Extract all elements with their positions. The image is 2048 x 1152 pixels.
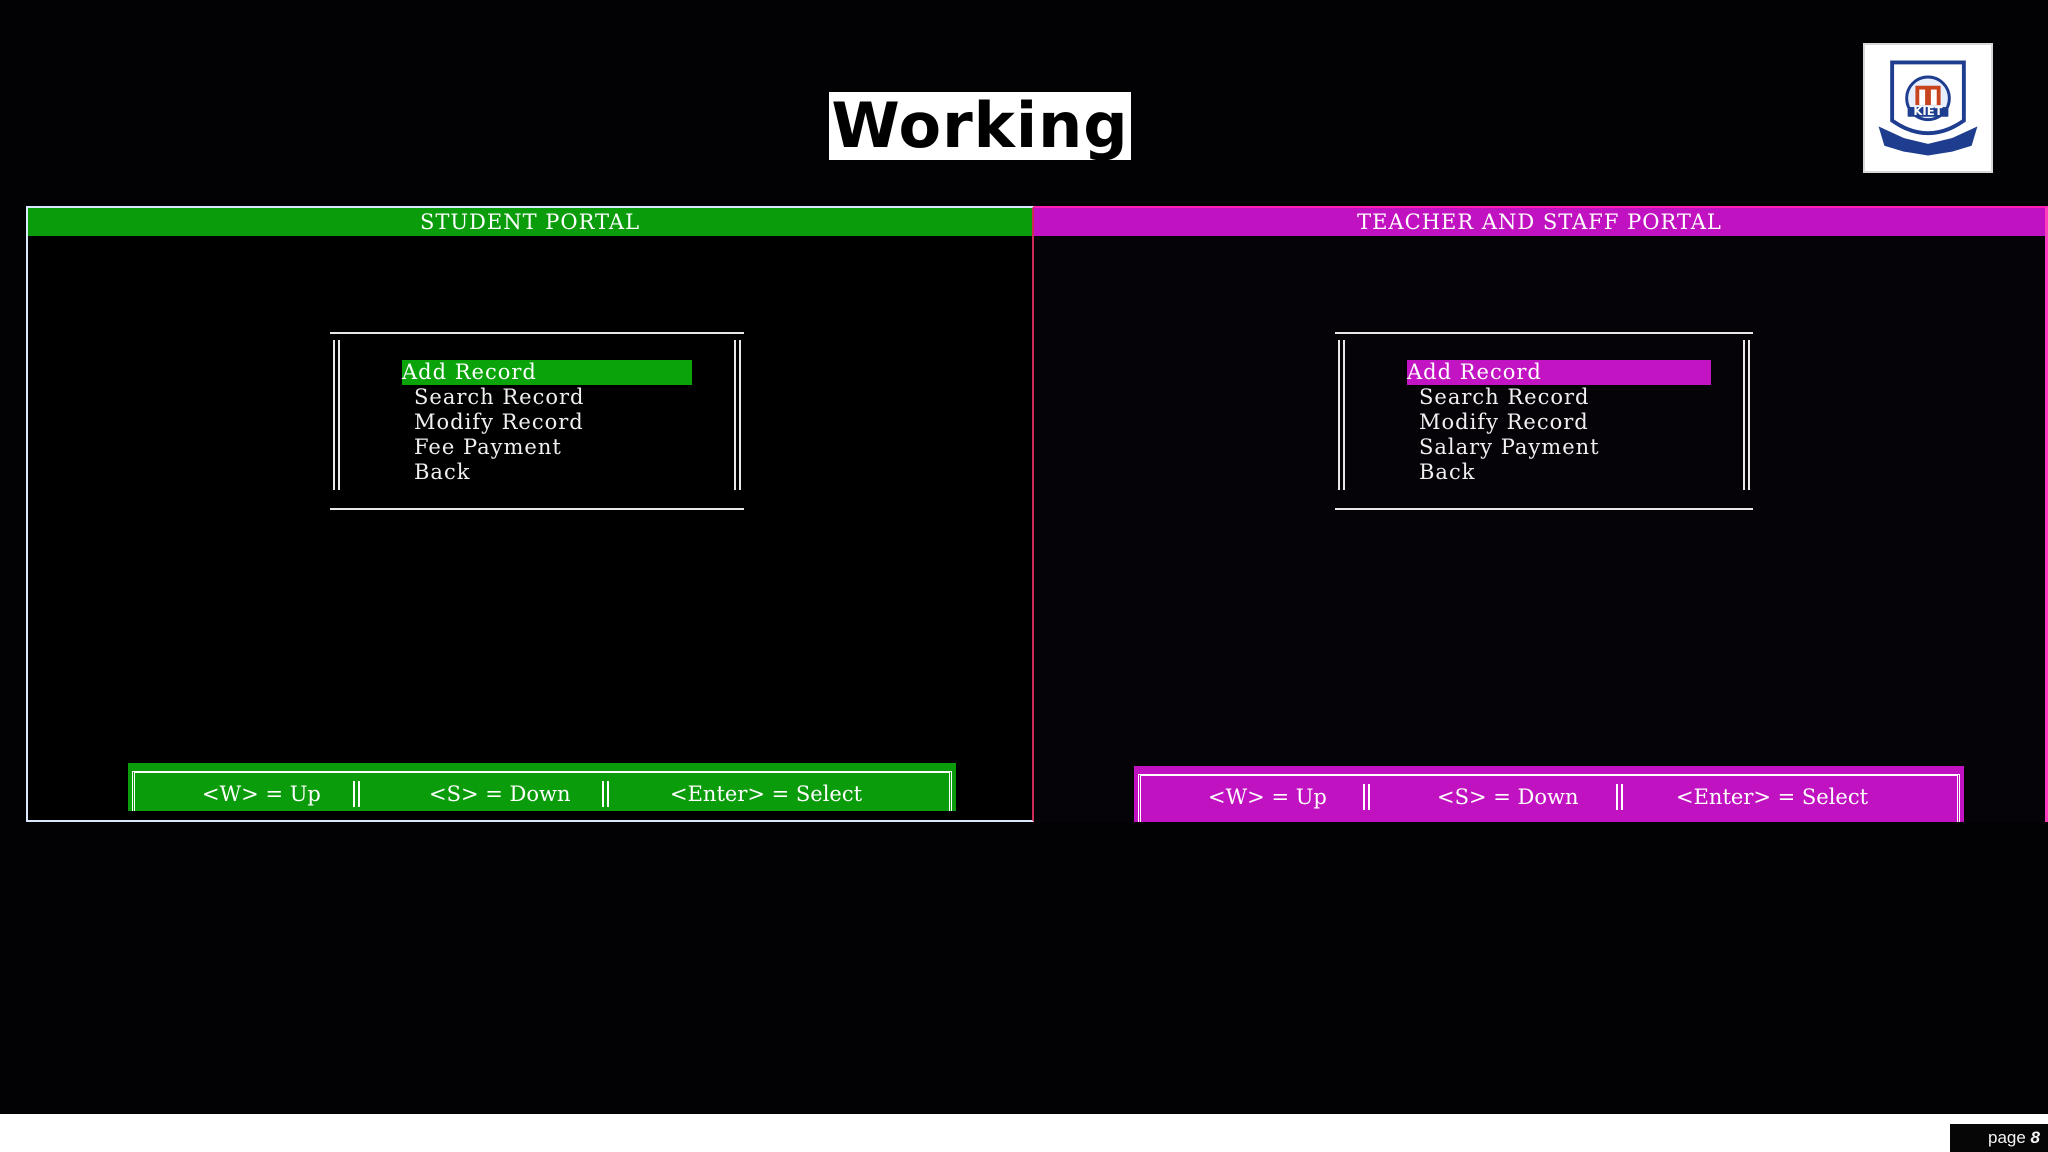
student-menu-item-fee-payment[interactable]: Fee Payment	[402, 435, 692, 460]
teacher-key-up: <W> = Up	[1208, 785, 1327, 809]
student-key-down: <S> = Down	[429, 782, 571, 806]
key-separator	[353, 781, 360, 807]
key-separator	[1616, 784, 1623, 810]
teacher-key-help-bar: <W> = Up <S> = Down <Enter> = Select	[1134, 766, 1964, 822]
teacher-menu-item-modify-record[interactable]: Modify Record	[1407, 410, 1711, 435]
student-menu-box: Add Record Search Record Modify Record F…	[330, 332, 744, 510]
student-portal-window: STUDENT PORTAL Add Record Search Record …	[26, 206, 1034, 822]
slide-title: Working	[829, 92, 1131, 160]
menu-frame-right	[1743, 340, 1750, 490]
key-separator	[1363, 784, 1370, 810]
teacher-portal-window: TEACHER AND STAFF PORTAL Add Record Sear…	[1034, 206, 2048, 822]
slide-bottom-strip	[0, 1114, 2048, 1152]
student-menu-item-back[interactable]: Back	[402, 460, 692, 485]
key-separator	[602, 781, 609, 807]
teacher-menu-list: Add Record Search Record Modify Record S…	[1407, 360, 1711, 485]
teacher-menu-item-search-record[interactable]: Search Record	[1407, 385, 1711, 410]
menu-frame-bottom	[330, 508, 744, 510]
menu-frame-top	[1335, 332, 1753, 334]
kiet-logo-icon: KIET	[1863, 43, 1993, 173]
student-menu-item-search-record[interactable]: Search Record	[402, 385, 692, 410]
menu-frame-bottom	[1335, 508, 1753, 510]
menu-frame-left	[1338, 340, 1345, 490]
menu-frame-top	[330, 332, 744, 334]
page-number-tag: page 8	[1950, 1124, 2048, 1152]
teacher-key-select: <Enter> = Select	[1676, 785, 1869, 809]
menu-frame-left	[333, 340, 340, 490]
student-menu-item-add-record[interactable]: Add Record	[402, 360, 692, 385]
page-number: 8	[2030, 1128, 2040, 1147]
student-portal-header: STUDENT PORTAL	[28, 208, 1032, 236]
menu-frame-right	[734, 340, 741, 490]
teacher-menu-box: Add Record Search Record Modify Record S…	[1335, 332, 1753, 510]
student-menu-item-modify-record[interactable]: Modify Record	[402, 410, 692, 435]
logo-badge-text: KIET	[1913, 104, 1942, 118]
teacher-portal-header: TEACHER AND STAFF PORTAL	[1034, 208, 2045, 236]
student-key-up: <W> = Up	[202, 782, 321, 806]
student-key-select: <Enter> = Select	[670, 782, 863, 806]
teacher-menu-item-salary-payment[interactable]: Salary Payment	[1407, 435, 1711, 460]
teacher-key-down: <S> = Down	[1437, 785, 1579, 809]
student-menu-list: Add Record Search Record Modify Record F…	[402, 360, 692, 485]
student-key-help-bar: <W> = Up <S> = Down <Enter> = Select	[128, 763, 956, 811]
page-label: page	[1987, 1128, 2031, 1147]
teacher-menu-item-back[interactable]: Back	[1407, 460, 1711, 485]
teacher-menu-item-add-record[interactable]: Add Record	[1407, 360, 1711, 385]
